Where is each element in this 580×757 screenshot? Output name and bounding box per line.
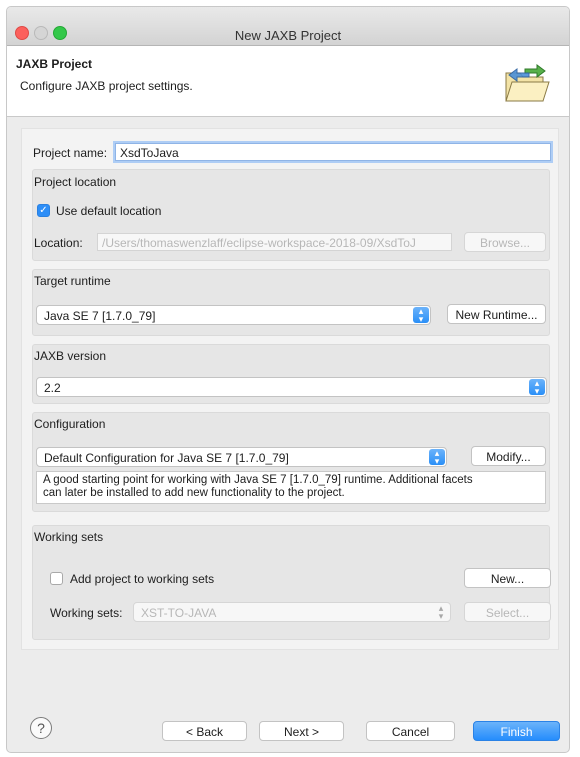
configuration-description-line-1: A good starting point for working with J… (43, 474, 473, 486)
wizard-banner: JAXB Project Configure JAXB project sett… (7, 46, 569, 117)
select-working-sets-button[interactable]: Select... (464, 602, 551, 622)
use-default-location-checkbox[interactable]: ✓ (37, 204, 50, 217)
wizard-window: New JAXB Project JAXB Project Configure … (6, 6, 570, 753)
location-input[interactable]: /Users/thomaswenzlaff/eclipse-workspace-… (97, 233, 452, 251)
browse-button[interactable]: Browse... (464, 232, 546, 252)
configuration-select[interactable]: Default Configuration for Java SE 7 [1.7… (36, 447, 447, 467)
new-runtime-button[interactable]: New Runtime... (447, 304, 546, 324)
working-sets-label: Working sets: (50, 606, 123, 620)
chevron-up-down-icon: ▴ ▾ (529, 379, 545, 396)
working-sets-value: XST-TO-JAVA (141, 606, 217, 620)
jaxb-version-value: 2.2 (44, 381, 61, 395)
jaxb-version-label: JAXB version (34, 349, 107, 363)
title-bar: New JAXB Project (7, 7, 569, 46)
window-title: New JAXB Project (234, 28, 342, 43)
project-location-label: Project location (34, 175, 117, 189)
target-runtime-select[interactable]: Java SE 7 [1.7.0_79] ▴ ▾ (36, 305, 431, 325)
target-runtime-value: Java SE 7 [1.7.0_79] (44, 309, 156, 323)
finish-button[interactable]: Finish (473, 721, 560, 741)
target-runtime-group: Target runtime Java SE 7 [1.7.0_79] ▴ ▾ N… (32, 269, 550, 336)
use-default-location-label: Use default location (56, 204, 162, 218)
help-button[interactable]: ? (30, 717, 52, 739)
configuration-description-line-2: can later be installed to add new functi… (43, 487, 345, 499)
location-label: Location: (34, 236, 83, 250)
configuration-value: Default Configuration for Java SE 7 [1.7… (44, 451, 289, 465)
chevron-up-down-icon: ▴ ▾ (438, 603, 444, 621)
banner-title: JAXB Project (16, 57, 93, 71)
jaxb-version-group: JAXB version 2.2 ▴ ▾ (32, 344, 550, 404)
back-button[interactable]: < Back (162, 721, 247, 741)
configuration-group: Configuration Default Configuration for … (32, 412, 550, 512)
chevron-up-down-icon: ▴ ▾ (413, 307, 429, 324)
configuration-label: Configuration (34, 417, 106, 431)
jaxb-version-select[interactable]: 2.2 ▴ ▾ (36, 377, 547, 397)
working-sets-group: Working sets Add project to working sets… (32, 525, 551, 640)
target-runtime-label: Target runtime (34, 274, 111, 288)
new-working-set-button[interactable]: New... (464, 568, 551, 588)
configuration-description: A good starting point for working with J… (36, 471, 546, 504)
working-sets-section-label: Working sets (34, 530, 104, 544)
chevron-up-down-icon: ▴ ▾ (429, 449, 445, 466)
cancel-button[interactable]: Cancel (366, 721, 455, 741)
wizard-content: Project name: XsdToJava Project location… (21, 128, 559, 650)
wizard-folder-icon (505, 64, 550, 102)
project-name-input[interactable]: XsdToJava (115, 143, 551, 161)
add-to-working-sets-checkbox[interactable] (50, 572, 63, 585)
next-button[interactable]: Next > (259, 721, 344, 741)
project-name-label: Project name: (33, 146, 108, 160)
banner-description: Configure JAXB project settings. (20, 79, 193, 93)
modify-button[interactable]: Modify... (471, 446, 546, 466)
project-location-group: Project location ✓ Use default location … (32, 169, 550, 261)
add-to-working-sets-label: Add project to working sets (70, 572, 215, 586)
working-sets-select[interactable]: XST-TO-JAVA ▴ ▾ (133, 602, 451, 622)
